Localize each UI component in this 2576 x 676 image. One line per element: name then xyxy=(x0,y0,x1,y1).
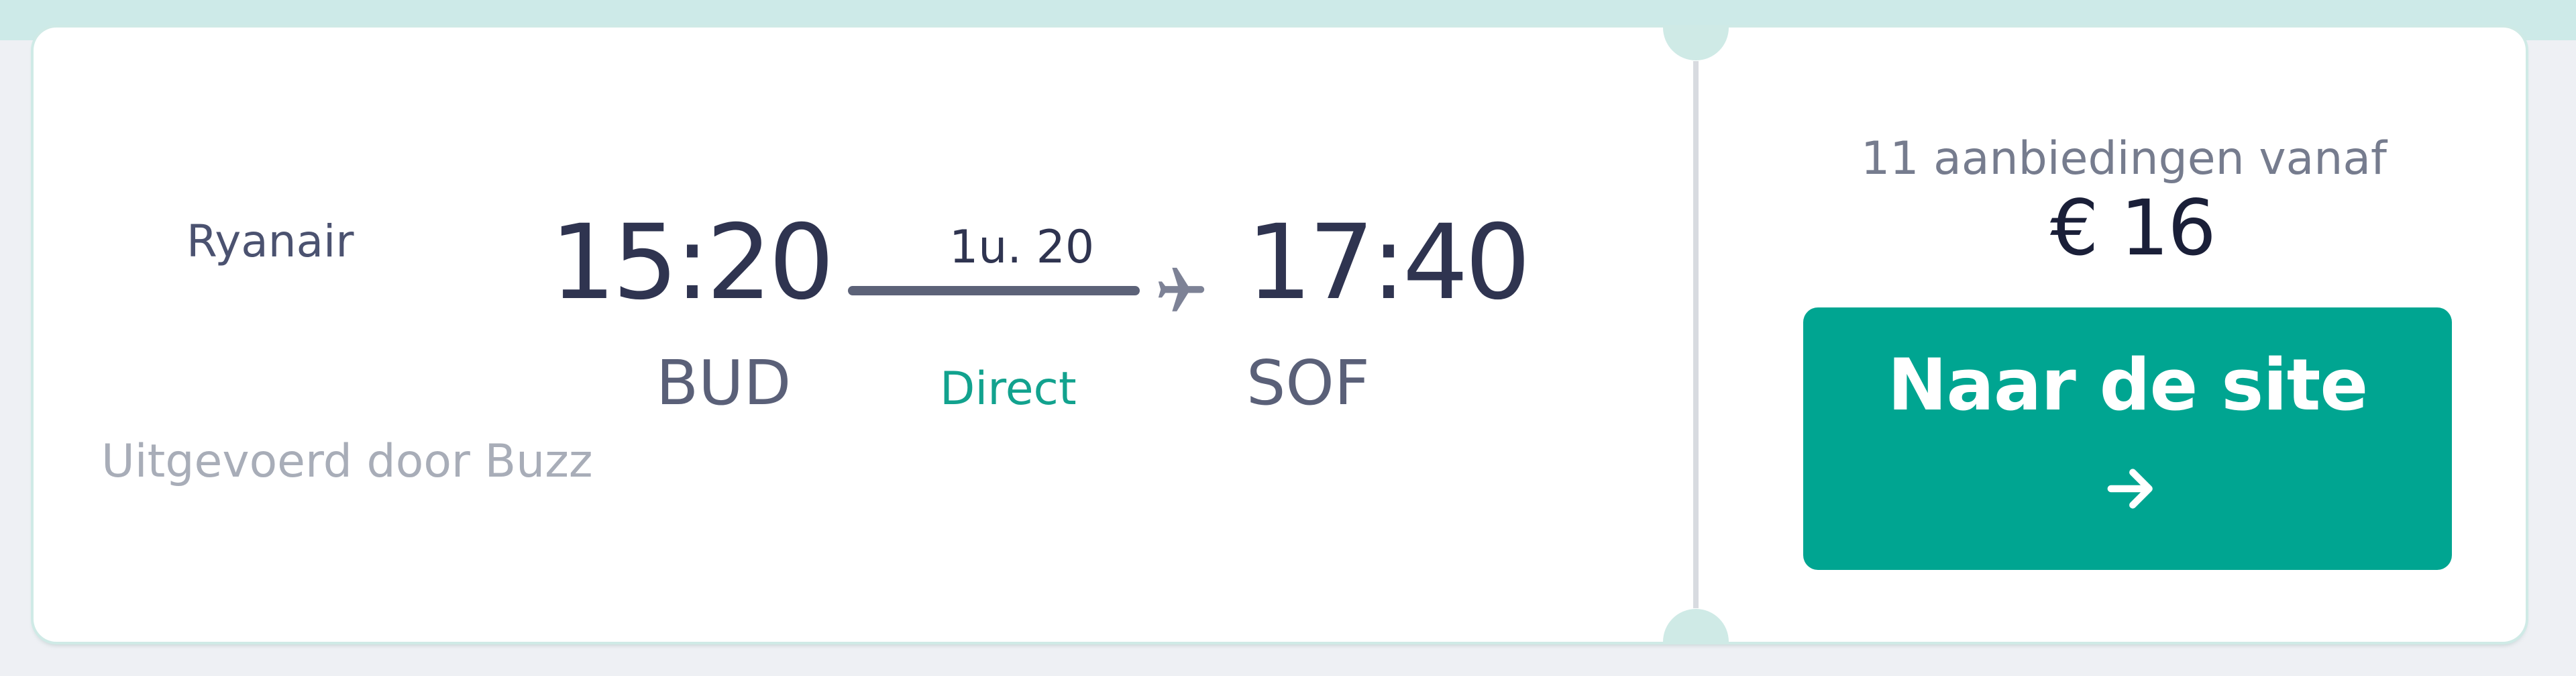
airplane-icon xyxy=(1158,267,1205,311)
arrival-airport: SOF xyxy=(1246,347,1370,419)
go-to-site-button[interactable]: Naar de site xyxy=(1803,307,2452,570)
departure-airport: BUD xyxy=(656,347,792,419)
arrival-time: 17:40 xyxy=(1246,203,1531,323)
ticket-notch-bottom xyxy=(1663,609,1729,642)
airline-name: Ryanair xyxy=(186,215,354,267)
route-line xyxy=(848,286,1140,295)
ticket-notch-top xyxy=(1663,28,1729,60)
flight-duration: 1u. 20 xyxy=(949,221,1095,274)
offers-count-text: 11 aanbiedingen vanaf xyxy=(1861,132,2387,185)
departure-time: 15:20 xyxy=(550,203,835,323)
go-to-site-label: Naar de site xyxy=(1887,344,2369,426)
arrow-right-icon xyxy=(2107,469,2153,509)
stops-label: Direct xyxy=(940,363,1077,416)
price-value: € 16 xyxy=(2050,183,2216,273)
operated-by-text: Uitgevoerd door Buzz xyxy=(101,435,593,488)
flight-result-card[interactable]: Ryanair 15:20 BUD 1u. 20 Direct 17:40 SO… xyxy=(34,28,2526,642)
ticket-divider xyxy=(1693,61,1699,608)
